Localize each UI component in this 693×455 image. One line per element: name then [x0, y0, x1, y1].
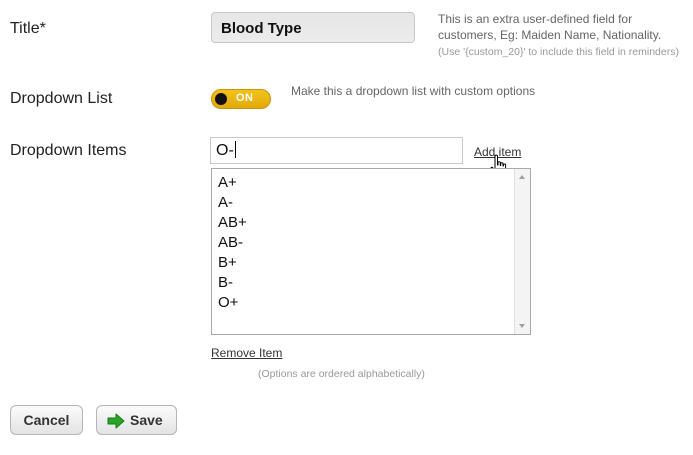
list-item[interactable]: B- — [218, 273, 530, 293]
list-item[interactable]: A+ — [218, 173, 530, 193]
title-input[interactable]: Blood Type — [211, 12, 415, 43]
dropdown-list-toggle[interactable]: ON — [211, 89, 271, 109]
title-help-line1: This is an extra user-defined field for — [438, 12, 633, 26]
new-item-input[interactable]: O- — [210, 137, 463, 164]
title-label: Title* — [10, 20, 46, 37]
cancel-button[interactable]: Cancel — [10, 405, 83, 435]
custom-field-form: Title* Blood Type This is an extra user-… — [0, 0, 693, 455]
ordering-note: (Options are ordered alphabetically) — [258, 368, 425, 380]
save-arrow-icon — [107, 413, 125, 429]
list-item[interactable]: AB+ — [218, 213, 530, 233]
new-item-input-value: O- — [216, 142, 234, 159]
dropdown-items-listbox[interactable]: A+ A- AB+ AB- B+ B- O+ — [211, 168, 531, 335]
list-item[interactable]: O+ — [218, 293, 530, 313]
listbox-scrollbar[interactable] — [514, 169, 530, 334]
text-caret — [234, 141, 236, 158]
toggle-knob — [215, 93, 227, 105]
dropdown-list-help: Make this a dropdown list with custom op… — [291, 84, 536, 98]
list-item[interactable]: A- — [218, 193, 530, 213]
scroll-down-arrow-icon[interactable] — [519, 324, 525, 328]
dropdown-items-list: A+ A- AB+ AB- B+ B- O+ — [212, 169, 530, 313]
scroll-up-arrow-icon[interactable] — [519, 175, 525, 179]
list-item[interactable]: AB- — [218, 233, 530, 253]
save-button[interactable]: Save — [96, 405, 177, 435]
list-item[interactable]: B+ — [218, 253, 530, 273]
title-help-note: (Use '{custom_20}' to include this field… — [438, 46, 679, 58]
save-button-label: Save — [130, 412, 163, 428]
dropdown-items-label: Dropdown Items — [10, 142, 127, 159]
remove-item-link[interactable]: Remove Item — [211, 346, 282, 360]
toggle-state-text: ON — [236, 92, 254, 104]
dropdown-list-label: Dropdown List — [10, 90, 113, 107]
title-help-line2: customers, Eg: Maiden Name, Nationality. — [438, 28, 662, 42]
